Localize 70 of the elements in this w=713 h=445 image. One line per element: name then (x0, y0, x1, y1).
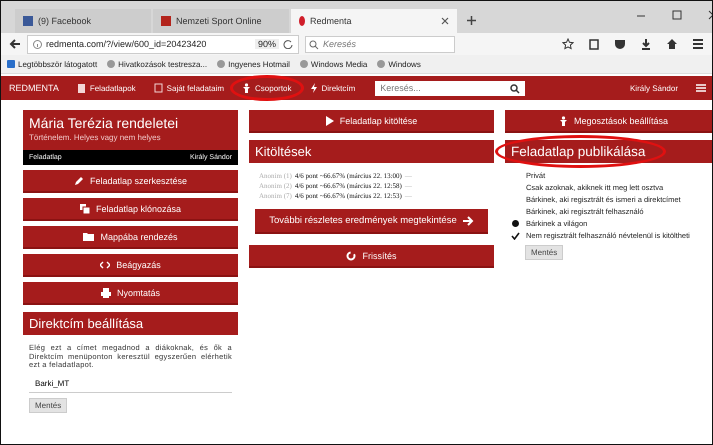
sheet-subtitle: Történelem. Helyes vagy nem helyes (28, 133, 162, 144)
reload-icon[interactable] (283, 39, 293, 49)
user-name[interactable]: Király Sándor (630, 84, 678, 92)
action-button[interactable]: Mappába rendezés (23, 226, 238, 249)
address-field[interactable]: redmenta.com/?/view/600_id=20423420 90% (27, 34, 299, 54)
bookmark-link[interactable]: Windows (377, 60, 421, 68)
browser-search-field[interactable]: Keresés (305, 36, 455, 52)
action-button[interactable]: Feladatlap klónozása (23, 198, 238, 221)
publish-title: Feladatlap publikálása (511, 144, 646, 159)
save-button[interactable]: Mentés (29, 398, 68, 413)
bookmark-link[interactable]: Hivatkozások testresza... (107, 60, 208, 68)
drop-icon (299, 16, 305, 26)
star-icon[interactable] (562, 38, 574, 50)
document-icon (154, 83, 163, 93)
search-icon (309, 40, 319, 50)
nav-link[interactable]: Csoportok (242, 83, 292, 93)
share-settings-button[interactable]: Megosztások beállítása (505, 110, 712, 133)
lightning-icon (310, 83, 318, 93)
search-icon (510, 84, 520, 94)
play-icon (326, 116, 334, 126)
zoom-level[interactable]: 90% (254, 39, 279, 49)
tab-label: (9) Facebook (38, 16, 92, 26)
site-search-field[interactable]: Keresés... (375, 80, 526, 96)
maximize-icon[interactable] (672, 10, 682, 20)
section-heading: Kitöltések (249, 140, 494, 163)
site-icon (23, 16, 33, 26)
brand-link[interactable]: REDMENTA (9, 83, 59, 93)
pencil-icon (74, 176, 84, 186)
bookmark-link[interactable]: Windows Media (300, 60, 368, 68)
refresh-icon (346, 250, 356, 260)
nav-link[interactable]: Feladatlapok (76, 83, 136, 93)
bookmark-link[interactable]: Ingyenes Hotmail (217, 60, 290, 68)
printer-icon (100, 288, 111, 298)
shield-icon[interactable] (614, 38, 626, 50)
close-icon[interactable] (441, 17, 449, 25)
folder-icon (83, 232, 94, 241)
person-icon (242, 83, 252, 93)
tab-label: Nemzeti Sport Online (176, 16, 262, 26)
save-button[interactable]: Mentés (525, 245, 564, 260)
browser-tab[interactable]: Redmenta (291, 9, 457, 33)
checkmark-icon (511, 232, 520, 240)
new-tab-icon[interactable] (467, 16, 476, 25)
arrow-right-icon (462, 216, 474, 226)
url-text: redmenta.com/?/view/600_id=20423420 (46, 39, 206, 49)
sheet-title: Mária Terézia rendeletei (28, 114, 180, 133)
browser-tab[interactable]: (9) Facebook (15, 9, 151, 33)
action-button[interactable]: Nyomtatás (23, 282, 238, 305)
section-heading: Direktcím beállítása (23, 312, 238, 335)
site-icon (161, 16, 171, 26)
person-icon (558, 116, 568, 126)
back-arrow-icon[interactable] (9, 38, 21, 50)
download-icon[interactable] (640, 38, 652, 50)
clipboard-icon (76, 83, 86, 93)
nav-link[interactable]: Saját feladataim (154, 83, 224, 93)
nav-link[interactable]: Direktcím (310, 83, 356, 93)
home-icon[interactable] (666, 38, 678, 50)
refresh-button[interactable]: Frissítés (249, 245, 494, 268)
code-icon (100, 260, 110, 268)
fill-sheet-button[interactable]: Feladatlap kitöltése (249, 110, 494, 133)
copy-icon (80, 204, 90, 214)
more-results-button[interactable]: További részletes eredmények megtekintése (255, 209, 488, 234)
menu-icon[interactable] (692, 38, 704, 50)
clipboard-icon[interactable] (588, 38, 600, 50)
browser-tab[interactable]: Nemzeti Sport Online (153, 9, 289, 33)
action-button[interactable]: Beágyazás (23, 254, 238, 277)
action-button[interactable]: Feladatlap szerkesztése (23, 170, 238, 193)
tab-label: Redmenta (310, 16, 352, 26)
bookmark-link[interactable]: Legtöbbször látogatott (7, 60, 98, 68)
selected-dot-icon (512, 220, 519, 227)
info-icon[interactable] (33, 40, 42, 48)
